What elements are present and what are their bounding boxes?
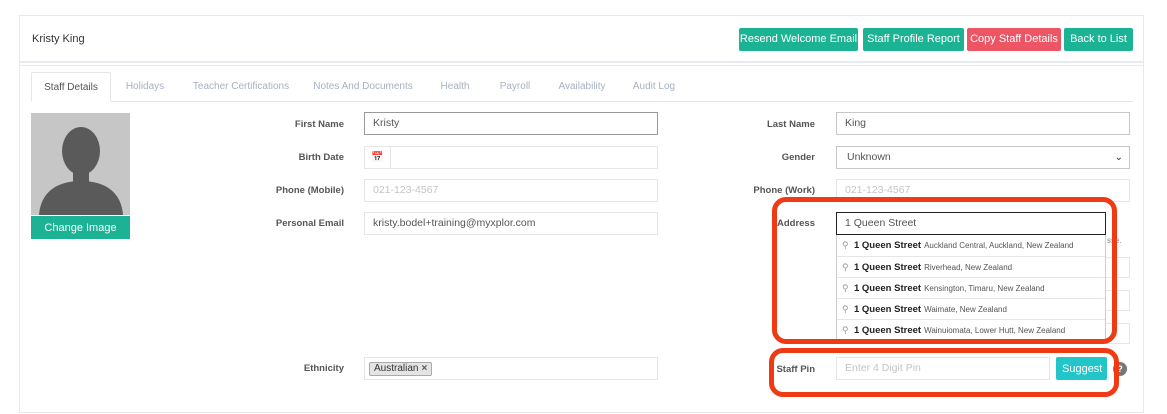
- staff-pin-input[interactable]: Enter 4 Digit Pin: [836, 357, 1050, 380]
- staff-name-title: Kristy King: [32, 33, 85, 45]
- gender-select[interactable]: Unknown ⌄: [836, 146, 1130, 169]
- page-header: Kristy King Resend Welcome Email Staff P…: [20, 16, 1143, 63]
- suggestion-secondary: Riverhead, New Zealand: [924, 263, 1013, 272]
- change-image-button[interactable]: Change Image: [31, 216, 130, 239]
- phone-work-input[interactable]: 021-123-4567: [836, 179, 1130, 202]
- address-suggestion[interactable]: ⚲ 1 Queen Street Kensington, Timaru, New Z…: [837, 277, 1105, 298]
- location-pin-icon: ⚲: [842, 262, 849, 272]
- copy-staff-details-button[interactable]: Copy Staff Details: [967, 28, 1061, 51]
- ethnicity-select[interactable]: Australian ×: [364, 357, 658, 380]
- phone-mobile-placeholder: 021-123-4567: [373, 184, 439, 196]
- personal-email-input[interactable]: kristy.bodel+training@myxplor.com: [364, 212, 658, 235]
- resend-welcome-email-button[interactable]: Resend Welcome Email: [739, 28, 858, 51]
- birth-date-label: Birth Date: [298, 152, 344, 163]
- last-name-label: Last Name: [766, 119, 815, 130]
- phone-work-placeholder: 021-123-4567: [845, 184, 911, 196]
- last-name-input[interactable]: King: [836, 112, 1130, 135]
- suggestion-secondary: Wainuiomata, Lower Hutt, New Zealand: [924, 326, 1066, 335]
- hidden-field: [1105, 257, 1130, 278]
- suggestion-main: 1 Queen Street: [854, 283, 922, 294]
- ethnicity-label: Ethnicity: [303, 363, 344, 374]
- suggest-pin-button[interactable]: Suggest: [1056, 357, 1107, 380]
- tab-health[interactable]: Health: [433, 72, 477, 102]
- tab-availability[interactable]: Availability: [553, 72, 611, 102]
- staff-profile-report-button[interactable]: Staff Profile Report: [863, 28, 964, 51]
- suggestion-secondary: Kensington, Timaru, New Zealand: [924, 284, 1045, 293]
- tab-staff-details[interactable]: Staff Details: [31, 72, 111, 102]
- gender-label: Gender: [781, 152, 815, 163]
- first-name-label: First Name: [294, 119, 344, 130]
- suggestion-main: 1 Queen Street: [854, 262, 922, 273]
- gender-selected-value: Unknown: [847, 151, 891, 163]
- avatar: [31, 113, 130, 215]
- personal-email-label: Personal Email: [275, 218, 344, 229]
- tab-bar: Staff Details Holidays Teacher Certifica…: [31, 72, 1133, 102]
- background-text-fragment: sse.: [1107, 236, 1122, 245]
- phone-mobile-label: Phone (Mobile): [275, 185, 344, 196]
- address-suggestions-dropdown: ⚲ 1 Queen Street Auckland Central, Aucklan…: [836, 235, 1106, 341]
- ethnicity-tag-label: Australian: [374, 363, 419, 374]
- birth-date-input[interactable]: 📅: [364, 146, 658, 169]
- tab-notes-and-documents[interactable]: Notes And Documents: [308, 72, 418, 102]
- default-avatar-icon: [39, 127, 123, 215]
- tab-holidays[interactable]: Holidays: [115, 72, 175, 102]
- remove-tag-icon[interactable]: ×: [421, 363, 427, 374]
- address-suggestion[interactable]: ⚲ 1 Queen Street Wainuiomata, Lower Hutt, …: [837, 319, 1105, 340]
- first-name-input[interactable]: Kristy: [364, 112, 658, 135]
- staff-pin-label: Staff Pin: [776, 364, 815, 375]
- chevron-down-icon: ⌄: [1114, 152, 1123, 163]
- help-icon[interactable]: ?: [1113, 362, 1127, 376]
- location-pin-icon: ⚲: [842, 240, 849, 250]
- suggestion-secondary: Auckland Central, Auckland, New Zealand: [924, 241, 1074, 250]
- suggestion-main: 1 Queen Street: [854, 240, 922, 251]
- address-label: Address: [776, 218, 815, 229]
- location-pin-icon: ⚲: [842, 304, 849, 314]
- back-to-list-button[interactable]: Back to List: [1064, 28, 1133, 51]
- suggestion-main: 1 Queen Street: [854, 325, 922, 336]
- hidden-field: [1105, 323, 1130, 344]
- ethnicity-tag: Australian ×: [369, 362, 433, 376]
- phone-mobile-input[interactable]: 021-123-4567: [364, 179, 658, 202]
- tab-payroll[interactable]: Payroll: [491, 72, 539, 102]
- address-suggestion[interactable]: ⚲ 1 Queen Street Auckland Central, Aucklan…: [837, 235, 1105, 256]
- tab-teacher-certifications[interactable]: Teacher Certifications: [186, 72, 296, 102]
- tab-audit-log[interactable]: Audit Log: [630, 72, 678, 102]
- address-suggestion[interactable]: ⚲ 1 Queen Street Waimate, New Zealand: [837, 298, 1105, 319]
- address-input[interactable]: 1 Queen Street: [836, 212, 1106, 235]
- address-suggestion[interactable]: ⚲ 1 Queen Street Riverhead, New Zealand: [837, 256, 1105, 277]
- suggestion-main: 1 Queen Street: [854, 304, 922, 315]
- staff-pin-placeholder: Enter 4 Digit Pin: [845, 362, 921, 374]
- suggestion-secondary: Waimate, New Zealand: [924, 305, 1007, 314]
- location-pin-icon: ⚲: [842, 325, 849, 335]
- calendar-icon[interactable]: 📅: [365, 147, 391, 168]
- hidden-field: [1105, 290, 1130, 311]
- phone-work-label: Phone (Work): [753, 185, 815, 196]
- location-pin-icon: ⚲: [842, 283, 849, 293]
